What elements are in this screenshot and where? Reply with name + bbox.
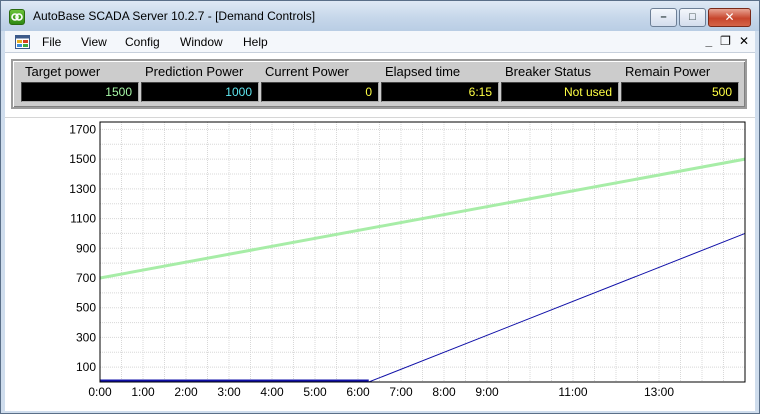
x-tick-label: 7:00 (389, 385, 413, 399)
indicator-target-power: Target power 1500 (21, 64, 139, 102)
window-title: AutoBase SCADA Server 10.2.7 - [Demand C… (33, 9, 316, 23)
x-tick-label: 5:00 (303, 385, 327, 399)
maximize-icon: □ (689, 11, 696, 23)
x-tick-label: 6:00 (346, 385, 370, 399)
indicator-current-power: Current Power 0 (261, 64, 379, 102)
menu-file[interactable]: File (42, 35, 61, 49)
x-tick-label: 9:00 (475, 385, 499, 399)
minimize-icon: – (660, 11, 667, 23)
title-bar[interactable]: AutoBase SCADA Server 10.2.7 - [Demand C… (1, 1, 759, 31)
indicator-remain-power: Remain Power 500 (621, 64, 739, 102)
indicator-panel: Target power 1500 Prediction Power 1000 … (11, 59, 747, 109)
mdi-close-button[interactable]: ✕ (739, 34, 749, 48)
indicator-value: 1500 (21, 82, 139, 102)
x-tick-label: 2:00 (174, 385, 198, 399)
x-tick-label: 13:00 (644, 385, 674, 399)
demand-controls-panel: Target power 1500 Prediction Power 1000 … (5, 53, 755, 411)
y-tick-label: 300 (76, 330, 96, 344)
indicator-label: Elapsed time (385, 64, 461, 79)
x-tick-label: 0:00 (88, 385, 112, 399)
indicator-elapsed-time: Elapsed time 6:15 (381, 64, 499, 102)
indicator-label: Target power (25, 64, 101, 79)
y-tick-label: 1500 (69, 152, 96, 166)
maximize-button[interactable]: □ (679, 8, 706, 27)
y-tick-label: 100 (76, 360, 96, 374)
minimize-button[interactable]: – (650, 8, 677, 27)
y-tick-label: 1100 (70, 212, 96, 226)
indicator-value: 0 (261, 82, 379, 102)
x-tick-label: 1:00 (131, 385, 155, 399)
mdi-document-icon[interactable] (15, 35, 30, 49)
x-tick-label: 11:00 (558, 385, 587, 399)
menu-config[interactable]: Config (125, 35, 160, 49)
app-logo-icon (9, 9, 25, 25)
power-trend-chart: 100 300 500 700 900 1100 1300 1500 1700 0:00 1:00 2… (5, 117, 755, 411)
chart-canvas: 100 300 500 700 900 1100 1300 1500 1700 0:00 1:00 2… (69, 121, 746, 399)
mdi-minimize-button[interactable]: _ (705, 34, 712, 48)
menu-bar: File View Config Window Help _ ❐ ✕ (5, 31, 755, 53)
indicator-breaker-status: Breaker Status Not used (501, 64, 619, 102)
indicator-label: Current Power (265, 64, 349, 79)
x-tick-label: 3:00 (217, 385, 241, 399)
indicator-value: Not used (501, 82, 619, 102)
indicator-prediction-power: Prediction Power 1000 (141, 64, 259, 102)
indicator-label: Breaker Status (505, 64, 591, 79)
y-tick-label: 500 (76, 301, 96, 315)
close-button[interactable]: ✕ (708, 8, 751, 27)
app-window: AutoBase SCADA Server 10.2.7 - [Demand C… (0, 0, 760, 414)
indicator-label: Remain Power (625, 64, 711, 79)
mdi-restore-button[interactable]: ❐ (720, 34, 731, 48)
y-tick-label: 900 (76, 241, 96, 255)
indicator-label: Prediction Power (145, 64, 244, 79)
x-tick-label: 4:00 (260, 385, 284, 399)
menu-view[interactable]: View (81, 35, 107, 49)
close-icon: ✕ (724, 10, 735, 24)
indicator-value: 6:15 (381, 82, 499, 102)
indicator-value: 500 (621, 82, 739, 102)
y-tick-label: 1300 (69, 182, 96, 196)
menu-help[interactable]: Help (243, 35, 268, 49)
indicator-value: 1000 (141, 82, 259, 102)
x-tick-label: 8:00 (432, 385, 456, 399)
y-tick-label: 1700 (69, 122, 96, 136)
y-tick-label: 700 (76, 271, 96, 285)
menu-window[interactable]: Window (180, 35, 223, 49)
